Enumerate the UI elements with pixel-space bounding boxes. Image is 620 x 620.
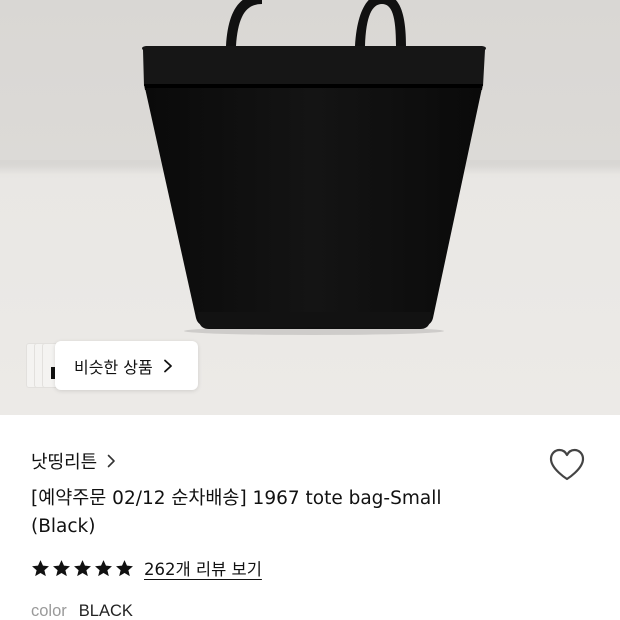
similar-products-button[interactable]: 비슷한 상품 xyxy=(55,341,198,390)
chevron-right-icon xyxy=(163,359,172,372)
star-icon xyxy=(95,559,112,576)
star-icon xyxy=(74,559,91,576)
star-icon xyxy=(116,559,133,576)
product-title: [예약주문 02/12 순차배송] 1967 tote bag-Small (B… xyxy=(31,488,442,537)
star-rating xyxy=(31,559,134,578)
star-icon xyxy=(32,559,49,576)
chevron-right-icon xyxy=(107,454,116,468)
star-icon xyxy=(53,559,70,576)
heart-icon[interactable] xyxy=(548,447,586,483)
color-value: BLACK xyxy=(78,601,133,620)
color-label: color xyxy=(31,601,67,620)
similar-products-label: 비슷한 상품 xyxy=(74,357,153,377)
color-option-row: color BLACK xyxy=(31,600,133,620)
review-link[interactable]: 262개 리뷰 보기 xyxy=(144,556,262,580)
brand-link[interactable]: 낫띵리튼 xyxy=(31,449,116,473)
product-photo[interactable]: 비슷한 상품 xyxy=(0,0,620,415)
brand-name: 낫띵리튼 xyxy=(31,452,98,473)
rating-row: 262개 리뷰 보기 xyxy=(31,555,262,581)
